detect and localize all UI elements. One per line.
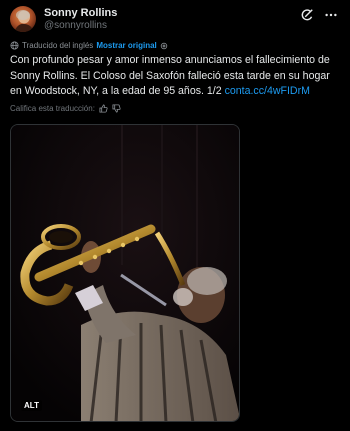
display-name[interactable]: Sonny Rollins (44, 7, 117, 20)
post-photo[interactable]: ALT (10, 124, 240, 422)
show-original-link[interactable]: Mostrar original (96, 41, 156, 50)
thumbs-down-icon[interactable] (112, 104, 121, 113)
post-link[interactable]: conta.cc/4wFIDrM (225, 85, 310, 97)
avatar[interactable] (10, 6, 36, 32)
translated-label: Traducido del inglés (22, 41, 94, 50)
author-names: Sonny Rollins @sonnyrollins (44, 7, 117, 32)
post-text: Con profundo pesar y amor inmenso anunci… (10, 53, 342, 100)
saxophonist-photo (11, 125, 239, 421)
header-actions (300, 8, 338, 22)
alt-badge[interactable]: ALT (21, 400, 42, 411)
tweet: Sonny Rollins @sonnyrollins Traducido de… (0, 0, 350, 431)
globe-icon (10, 41, 19, 50)
thumbs-up-icon[interactable] (99, 104, 108, 113)
rate-label: Califica esta traducción: (10, 104, 95, 113)
author-handle[interactable]: @sonnyrollins (44, 20, 117, 32)
more-icon[interactable] (324, 8, 338, 22)
gear-icon[interactable] (160, 42, 168, 50)
translation-info: Traducido del inglés Mostrar original (10, 41, 168, 50)
tweet-header: Sonny Rollins @sonnyrollins (10, 6, 340, 34)
grok-icon[interactable] (300, 8, 314, 22)
rate-translation: Califica esta traducción: (10, 104, 121, 113)
